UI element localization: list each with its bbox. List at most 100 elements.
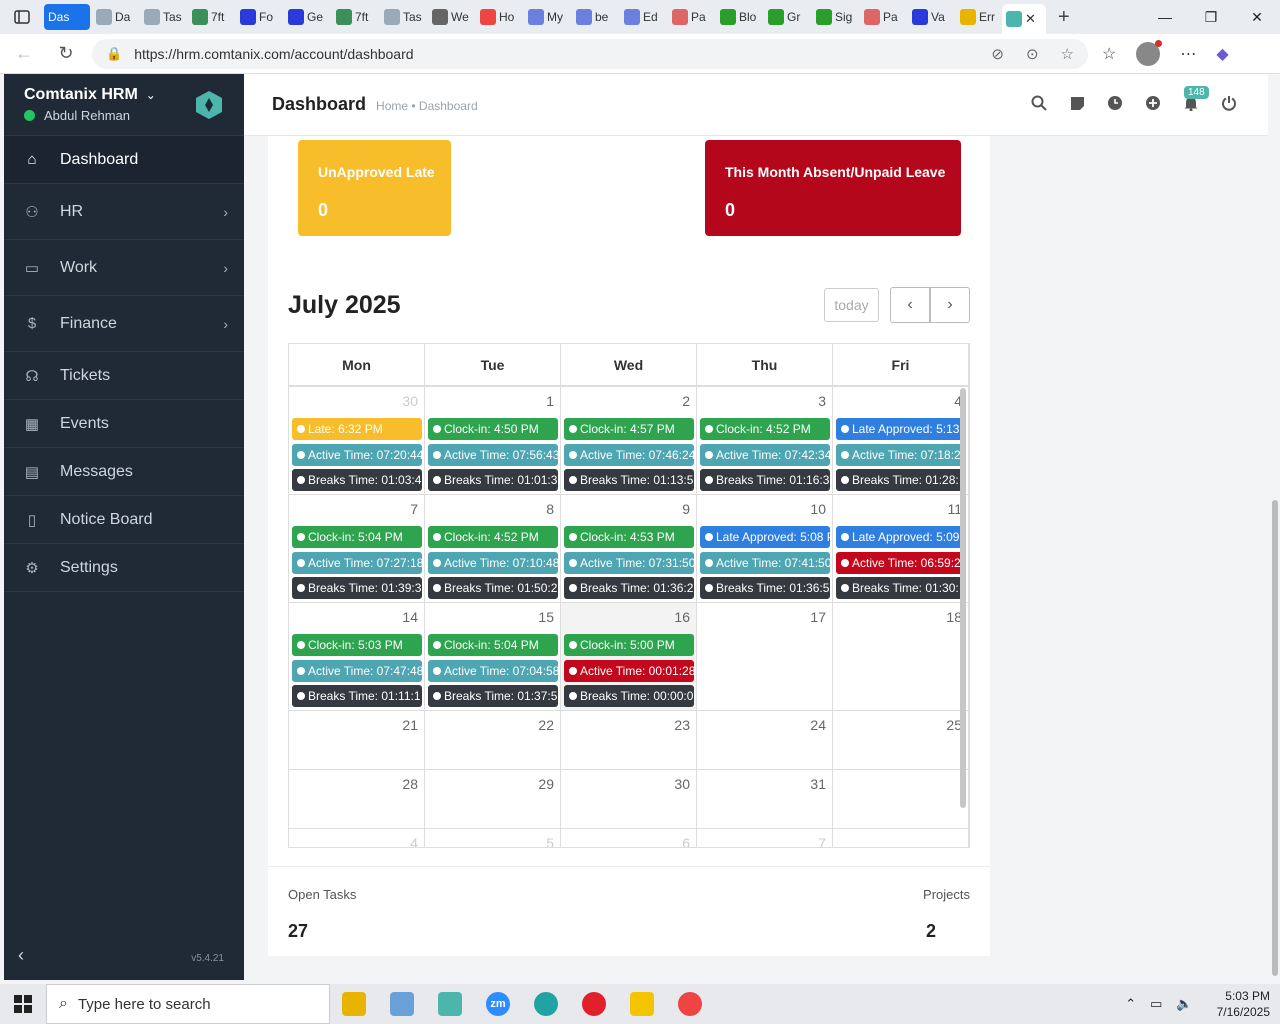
calendar-day-cell[interactable]: 5: [425, 829, 561, 847]
attendance-event[interactable]: Late Approved: 5:08 P: [700, 526, 830, 548]
attendance-event[interactable]: Active Time: 06:59:2: [836, 551, 966, 574]
calendar-day-cell[interactable]: 15 Clock-in: 5:04 PM Active Time: 07:04:58…: [425, 603, 561, 711]
breadcrumb[interactable]: Home • Dashboard: [376, 99, 478, 113]
calendar-day-cell[interactable]: 4 Late Approved: 5:13 Active Time: 07:18:2…: [833, 387, 969, 495]
network-icon[interactable]: ▭: [1150, 996, 1162, 1012]
sidebar-item-events[interactable]: ▦ Events: [4, 400, 244, 448]
calendar-day-cell[interactable]: 1 Clock-in: 4:50 PM Active Time: 07:56:43 B…: [425, 387, 561, 495]
sidebar-item-work[interactable]: ▭ Work ›: [4, 240, 244, 296]
bell-icon[interactable]: 148: [1182, 86, 1209, 112]
clock-icon[interactable]: [1106, 94, 1124, 112]
sticky-notes-icon[interactable]: [618, 984, 666, 1024]
brand-header[interactable]: Comtanix HRM ⌄ Abdul Rehman: [4, 74, 244, 136]
unapproved-late-card[interactable]: UnApproved Late 0: [298, 140, 451, 236]
calendar-day-cell[interactable]: 18: [833, 603, 969, 711]
browser-tab[interactable]: Pa: [668, 4, 714, 30]
calendar-day-cell[interactable]: 31: [697, 770, 833, 829]
favorite-star-icon[interactable]: ☆: [1061, 45, 1074, 63]
browser-tab[interactable]: Ed: [620, 4, 666, 30]
attendance-event[interactable]: Active Time: 07:42:34: [700, 443, 830, 466]
attendance-event[interactable]: Active Time: 07:20:44: [292, 443, 422, 466]
attendance-event[interactable]: Active Time: 07:31:50: [564, 551, 694, 574]
browser-tab[interactable]: Ho: [476, 4, 522, 30]
more-tools-icon[interactable]: ⊙: [1026, 45, 1039, 63]
browser-tab[interactable]: Err: [956, 4, 1002, 30]
maximize-button[interactable]: ❐: [1188, 0, 1234, 34]
close-window-button[interactable]: ✕: [1234, 0, 1280, 34]
attendance-event[interactable]: Clock-in: 4:50 PM: [428, 418, 558, 440]
calendar-day-cell[interactable]: 2 Clock-in: 4:57 PM Active Time: 07:46:24 B…: [561, 387, 697, 495]
back-button[interactable]: ←: [6, 36, 42, 72]
new-tab-button[interactable]: +: [1058, 6, 1070, 29]
tab-actions-button[interactable]: [0, 0, 44, 34]
calendar-day-cell[interactable]: 16 Clock-in: 5:00 PM Active Time: 00:01:28…: [561, 603, 697, 711]
calendar-day-cell[interactable]: 7: [697, 829, 833, 847]
sidebar-item-hr[interactable]: ⚇ HR ›: [4, 184, 244, 240]
taskbar-search[interactable]: ⌕ Type here to search: [46, 984, 330, 1024]
attendance-event[interactable]: Breaks Time: 01:28:: [836, 469, 966, 491]
calendar-day-cell[interactable]: 22: [425, 711, 561, 770]
open-tasks-value[interactable]: 27: [288, 921, 308, 942]
attendance-event[interactable]: Breaks Time: 00:00:0: [564, 685, 694, 707]
previous-month-button[interactable]: ‹: [890, 287, 930, 323]
browser-tab[interactable]: Tas: [140, 4, 186, 30]
calendar-day-cell[interactable]: 8 Clock-in: 4:52 PM Active Time: 07:10:48 B…: [425, 495, 561, 603]
close-tab-icon[interactable]: ✕: [1025, 11, 1036, 27]
sidebar-item-messages[interactable]: ▤ Messages: [4, 448, 244, 496]
attendance-event[interactable]: Active Time: 07:46:24: [564, 443, 694, 466]
browser-tab[interactable]: Va: [908, 4, 954, 30]
calendar-day-cell[interactable]: 17: [697, 603, 833, 711]
opera-icon[interactable]: [570, 984, 618, 1024]
attendance-event[interactable]: Breaks Time: 01:39:3: [292, 577, 422, 599]
attendance-event[interactable]: Breaks Time: 01:01:3: [428, 469, 558, 491]
attendance-event[interactable]: Active Time: 07:27:18: [292, 551, 422, 574]
url-field[interactable]: 🔒 https://hrm.comtanix.com/account/dashb…: [92, 38, 1088, 69]
add-circle-icon[interactable]: [1144, 94, 1162, 112]
attendance-event[interactable]: Breaks Time: 01:37:5: [428, 685, 558, 707]
calendar-day-cell[interactable]: 28: [289, 770, 425, 829]
sidebar-item-dashboard[interactable]: ⌂ Dashboard: [4, 136, 244, 184]
attendance-event[interactable]: Clock-in: 4:53 PM: [564, 526, 694, 548]
calendar-day-cell[interactable]: 21: [289, 711, 425, 770]
sidebar-item-notice-board[interactable]: ▯ Notice Board: [4, 496, 244, 544]
attendance-event[interactable]: Breaks Time: 01:36:2: [564, 577, 694, 599]
zoom-icon[interactable]: zm: [474, 984, 522, 1024]
calendar-day-cell[interactable]: 6: [561, 829, 697, 847]
browser-tab[interactable]: Fo: [236, 4, 282, 30]
calendar-day-cell[interactable]: 24: [697, 711, 833, 770]
calendar-day-cell[interactable]: 3 Clock-in: 4:52 PM Active Time: 07:42:34 B…: [697, 387, 833, 495]
calendar-day-cell[interactable]: 30 Late: 6:32 PM Active Time: 07:20:44 Brea…: [289, 387, 425, 495]
attendance-event[interactable]: Late Approved: 5:13: [836, 418, 966, 440]
browser-tab[interactable]: Das: [44, 4, 90, 30]
attendance-event[interactable]: Clock-in: 5:00 PM: [564, 634, 694, 656]
browser-tab[interactable]: Blo: [716, 4, 762, 30]
chrome-icon[interactable]: [666, 984, 714, 1024]
attendance-event[interactable]: Breaks Time: 01:13:5: [564, 469, 694, 491]
paint-icon[interactable]: [378, 984, 426, 1024]
browser-tab[interactable]: 7ft: [188, 4, 234, 30]
calendar-day-cell[interactable]: 4: [289, 829, 425, 847]
attendance-event[interactable]: Breaks Time: 01:03:4: [292, 469, 422, 491]
sticky-note-icon[interactable]: [1068, 94, 1086, 112]
favorites-icon[interactable]: ☆: [1102, 44, 1116, 64]
power-icon[interactable]: [1220, 94, 1238, 112]
attendance-event[interactable]: Clock-in: 4:52 PM: [428, 526, 558, 548]
calendar-day-cell[interactable]: 23: [561, 711, 697, 770]
attendance-event[interactable]: Breaks Time: 01:30:: [836, 577, 966, 599]
attendance-event[interactable]: Active Time: 07:47:48: [292, 659, 422, 682]
browser-tab[interactable]: 7ft: [332, 4, 378, 30]
today-button[interactable]: today: [824, 288, 879, 322]
page-scrollbar[interactable]: [1272, 500, 1278, 976]
refresh-button[interactable]: ↻: [48, 36, 84, 72]
attendance-event[interactable]: Late Approved: 5:09: [836, 526, 966, 548]
calendar-day-cell[interactable]: 29: [425, 770, 561, 829]
absent-leave-card[interactable]: This Month Absent/Unpaid Leave 0: [705, 140, 961, 236]
copilot-icon[interactable]: ◆: [1216, 44, 1228, 64]
taskbar-clock[interactable]: 5:03 PM 7/16/2025: [1217, 988, 1270, 1020]
calendar-day-cell[interactable]: 9 Clock-in: 4:53 PM Active Time: 07:31:50 B…: [561, 495, 697, 603]
browser-tab-active[interactable]: ✕: [1002, 4, 1046, 34]
volume-icon[interactable]: 🔈: [1176, 996, 1192, 1012]
browser-tab[interactable]: Gr: [764, 4, 810, 30]
calendar-day-cell[interactable]: 11 Late Approved: 5:09 Active Time: 06:59:…: [833, 495, 969, 603]
comtanix-app-icon[interactable]: [426, 984, 474, 1024]
